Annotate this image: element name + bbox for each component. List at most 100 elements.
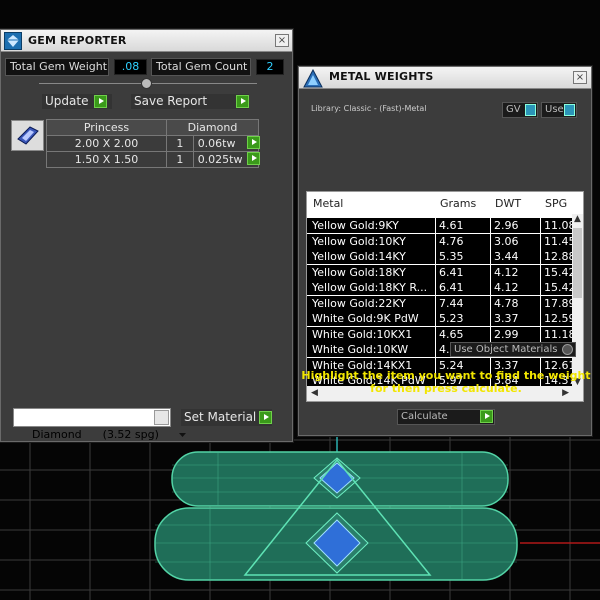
toggle-radio-icon[interactable]: [562, 344, 573, 355]
column-separator: [435, 249, 436, 264]
metal-cell-dwt: 2.96: [494, 219, 519, 232]
metal-cell-metal: Yellow Gold:18KY R...: [312, 281, 428, 294]
column-separator: [540, 233, 541, 249]
metal-cell-metal: Yellow Gold:10KY: [312, 234, 406, 248]
vertical-scrollbar[interactable]: ▲ ▼: [572, 214, 583, 387]
gem-reporter-title: GEM REPORTER: [28, 34, 127, 47]
column-separator: [435, 233, 436, 249]
metal-cell-metal: White Gold:10KX1: [312, 327, 413, 341]
column-separator: [490, 326, 491, 342]
metal-cell-dwt: 4.12: [494, 281, 519, 294]
slider-knob[interactable]: [141, 78, 152, 89]
column-separator: [435, 218, 436, 233]
update-label: Update: [45, 94, 89, 108]
save-report-button[interactable]: Save Report: [130, 93, 250, 110]
metal-row[interactable]: White Gold:9K PdW 5.23 3.37 12.59: [307, 311, 576, 326]
save-report-go-icon[interactable]: [236, 95, 249, 108]
column-separator: [435, 295, 436, 311]
metal-cell-dwt: 3.44: [494, 250, 519, 263]
metal-weights-panel: METAL WEIGHTS × Library: Classic - (Fast…: [298, 66, 592, 436]
instruction-line-1: Highlight the item you want to find the …: [301, 369, 591, 382]
user-toggle-knob[interactable]: [564, 104, 575, 116]
save-report-label: Save Report: [134, 94, 208, 108]
metal-cell-dwt: 3.37: [494, 312, 519, 325]
gem-size: 2.00 X 2.00: [46, 135, 167, 152]
column-separator: [435, 264, 436, 280]
metal-cell-grams: 7.44: [439, 296, 464, 310]
calculate-label: Calculate: [401, 411, 448, 422]
gem-count: 1: [166, 135, 194, 152]
row-go-icon[interactable]: [247, 136, 260, 149]
column-separator: [490, 218, 491, 233]
gem-reporter-titlebar[interactable]: GEM REPORTER ×: [1, 30, 292, 52]
metal-row[interactable]: Yellow Gold:18KY 6.41 4.12 15.42: [307, 264, 576, 280]
scroll-up-icon[interactable]: ▲: [574, 214, 581, 224]
scroll-thumb[interactable]: [573, 228, 582, 298]
use-object-materials-toggle[interactable]: Use Object Materials: [450, 342, 576, 357]
table-row[interactable]: 2.00 X 2.00 1 0.06tw: [46, 135, 260, 152]
gem-table: Princess Diamond 2.00 X 2.00 1 0.06tw 1.…: [46, 119, 260, 168]
metal-row[interactable]: White Gold:10KX1 4.65 2.99 11.18: [307, 326, 576, 342]
metal-row[interactable]: Yellow Gold:14KY 5.35 3.44 12.88: [307, 249, 576, 264]
metal-cell-grams: 5.35: [439, 250, 464, 263]
column-header-dwt[interactable]: DWT: [495, 197, 521, 210]
column-separator: [540, 264, 541, 280]
total-gem-count-label: Total Gem Count: [151, 58, 251, 76]
metal-cell-metal: Yellow Gold:22KY: [312, 296, 406, 310]
header-material: Diamond: [166, 119, 259, 136]
use-object-materials-label: Use Object Materials: [454, 344, 558, 355]
total-gem-count-value: 2: [256, 59, 284, 75]
calculate-go-icon[interactable]: [480, 410, 493, 423]
column-separator: [490, 295, 491, 311]
header-shape: Princess: [46, 119, 167, 136]
metal-row[interactable]: Yellow Gold:22KY 7.44 4.78 17.89: [307, 295, 576, 311]
ring-band-upper: [171, 451, 509, 507]
column-separator: [540, 280, 541, 295]
gv-label: GV: [506, 104, 521, 115]
column-separator: [435, 326, 436, 342]
metal-cell-grams: 4.76: [439, 234, 464, 248]
metal-list-header: Metal Grams DWT SPG: [307, 192, 583, 214]
total-gem-weight-label: Total Gem Weight: [5, 58, 109, 76]
metal-row[interactable]: Yellow Gold:18KY R... 6.41 4.12 15.42: [307, 280, 576, 295]
metal-row[interactable]: Yellow Gold:10KY 4.76 3.06 11.45: [307, 233, 576, 249]
metal-row[interactable]: Yellow Gold:9KY 4.61 2.96 11.08: [307, 218, 576, 233]
metal-cell-grams: 5.23: [439, 312, 464, 325]
column-header-metal[interactable]: Metal: [313, 197, 343, 210]
instruction-line-2: for then press calculate.: [370, 382, 522, 395]
close-icon[interactable]: ×: [275, 34, 289, 47]
table-row[interactable]: 1.50 X 1.50 1 0.025tw: [46, 151, 260, 168]
metal-cell-metal: Yellow Gold:9KY: [312, 219, 399, 232]
column-separator: [540, 326, 541, 342]
set-material-label: Set Material: [184, 410, 257, 424]
column-separator: [540, 311, 541, 326]
column-header-spg[interactable]: SPG: [545, 197, 567, 210]
column-separator: [540, 249, 541, 264]
column-separator: [435, 342, 436, 357]
material-select[interactable]: Diamond (3.52 spg): [13, 408, 186, 441]
gem-count: 1: [166, 151, 194, 168]
chevron-down-icon[interactable]: [154, 410, 186, 437]
metal-cell-dwt: 4.12: [494, 265, 519, 279]
gem-reporter-logo-icon: [4, 32, 22, 50]
column-separator: [490, 233, 491, 249]
gem-shape-icon[interactable]: [11, 120, 44, 151]
update-go-icon[interactable]: [94, 95, 107, 108]
metal-cell-dwt: 2.99: [494, 327, 519, 341]
user-toggle[interactable]: User: [541, 102, 577, 118]
gv-toggle[interactable]: GV: [502, 102, 538, 118]
column-separator: [490, 249, 491, 264]
close-icon[interactable]: ×: [573, 71, 587, 84]
metal-cell-metal: White Gold:10KW: [312, 343, 409, 356]
column-header-grams[interactable]: Grams: [440, 197, 476, 210]
row-go-icon[interactable]: [247, 152, 260, 165]
metal-cell-dwt: 4.78: [494, 296, 519, 310]
column-separator: [490, 264, 491, 280]
metal-weights-titlebar[interactable]: METAL WEIGHTS ×: [299, 67, 591, 89]
gv-toggle-knob[interactable]: [525, 104, 536, 116]
column-separator: [490, 311, 491, 326]
column-separator: [435, 280, 436, 295]
metal-cell-metal: Yellow Gold:14KY: [312, 250, 406, 263]
set-material-go-icon[interactable]: [259, 411, 272, 424]
material-select-value: Diamond (3.52 spg): [32, 428, 159, 441]
